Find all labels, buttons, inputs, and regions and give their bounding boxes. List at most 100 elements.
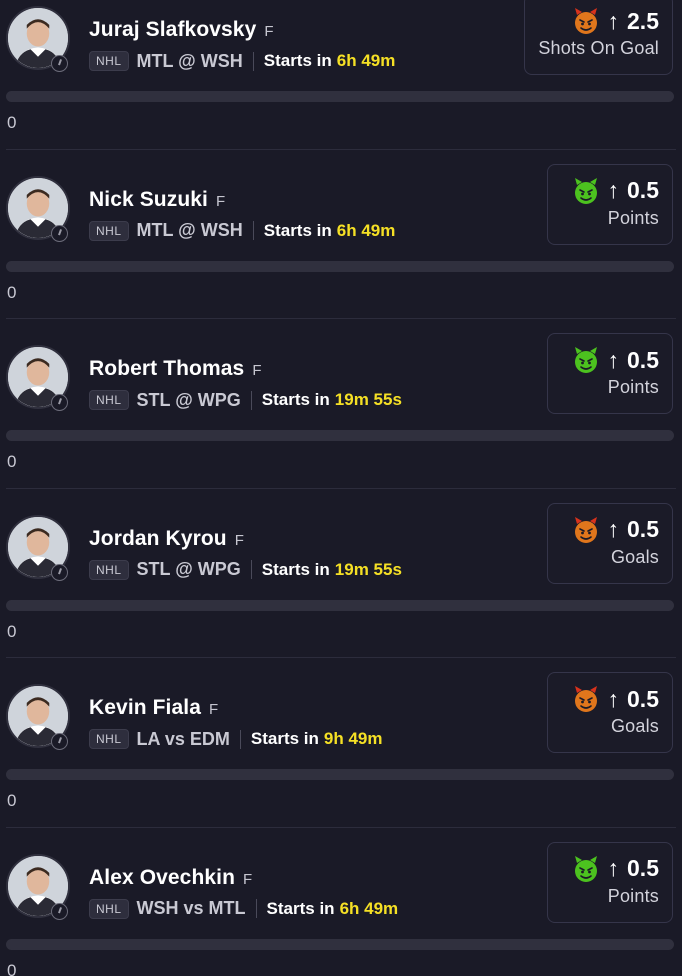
divider xyxy=(6,657,676,658)
line-value: 2.5 xyxy=(627,7,659,34)
devil-green-icon xyxy=(574,855,597,882)
player-name[interactable]: Robert Thomas xyxy=(89,357,244,381)
projection-pick[interactable]: ↑ 0.5 Points xyxy=(547,163,673,245)
meta-separator xyxy=(250,390,252,410)
start-time: Starts in 6h 49m xyxy=(264,51,396,71)
prop-card[interactable]: Kevin Fiala F NHL LA vs EDM Starts in 9h … xyxy=(0,657,682,826)
prop-card[interactable]: Jordan Kyrou F NHL STL @ WPG Starts in 19… xyxy=(0,487,682,657)
live-clock-icon xyxy=(51,733,68,750)
arrow-up-icon: ↑ xyxy=(607,7,620,34)
progress-value: 0 xyxy=(7,960,17,976)
progress-track xyxy=(6,91,674,102)
player-position: F xyxy=(208,701,219,718)
progress-track xyxy=(6,430,674,441)
countdown: 6h 49m xyxy=(336,51,396,70)
stat-type: Shots On Goal xyxy=(538,38,659,58)
progress-value: 0 xyxy=(7,791,17,810)
live-clock-icon xyxy=(51,224,68,242)
projection-pick[interactable]: ↑ 2.5 Shots On Goal xyxy=(524,0,673,75)
league-badge: NHL xyxy=(89,559,129,580)
progress-track xyxy=(6,599,674,611)
start-time: Starts in 6h 49m xyxy=(264,221,396,241)
devil-green-icon xyxy=(574,347,597,373)
meta-separator xyxy=(239,729,241,749)
progress-value: 0 xyxy=(7,452,17,471)
projection-pick[interactable]: ↑ 0.5 Goals xyxy=(547,502,673,584)
matchup: STL @ WPG xyxy=(136,559,241,579)
player-name[interactable]: Jordan Kyrou xyxy=(89,527,227,551)
player-name[interactable]: Alex Ovechkin xyxy=(89,866,235,890)
stat-type: Goals xyxy=(610,716,659,736)
matchup: MTL @ WSH xyxy=(136,50,243,71)
divider xyxy=(6,826,676,828)
line-value: 0.5 xyxy=(627,855,659,881)
progress-track xyxy=(6,769,674,780)
player-name[interactable]: Nick Suzuki xyxy=(89,188,208,212)
meta-separator xyxy=(250,560,252,579)
player-name[interactable]: Kevin Fiala xyxy=(89,696,201,720)
prop-card[interactable]: Robert Thomas F NHL STL @ WPG Starts in 1… xyxy=(0,318,682,487)
matchup: LA vs EDM xyxy=(136,728,230,749)
arrow-up-icon: ↑ xyxy=(607,855,620,881)
devil-red-icon xyxy=(574,516,597,543)
countdown: 6h 49m xyxy=(336,220,396,240)
meta-separator xyxy=(252,51,254,71)
devil-green-icon xyxy=(574,177,597,204)
divider xyxy=(6,148,676,150)
projection-pick[interactable]: ↑ 0.5 Goals xyxy=(547,672,673,753)
prop-card[interactable]: Nick Suzuki F NHL MTL @ WSH Starts in 6h … xyxy=(0,148,682,318)
matchup: STL @ WPG xyxy=(136,389,241,410)
matchup: MTL @ WSH xyxy=(136,220,243,240)
start-time: Starts in 19m 55s xyxy=(262,560,402,580)
progress-value: 0 xyxy=(7,282,17,302)
league-badge: NHL xyxy=(89,220,129,241)
countdown: 19m 55s xyxy=(334,390,402,409)
player-position: F xyxy=(243,870,253,888)
live-clock-icon xyxy=(51,563,68,581)
start-time: Starts in 9h 49m xyxy=(251,729,383,749)
line-value: 0.5 xyxy=(627,177,659,203)
arrow-up-icon: ↑ xyxy=(607,177,620,203)
devil-red-icon xyxy=(574,8,597,34)
matchup: WSH vs MTL xyxy=(136,898,246,918)
countdown: 9h 49m xyxy=(323,729,383,748)
prop-card[interactable]: Alex Ovechkin F NHL WSH vs MTL Starts in… xyxy=(0,826,682,976)
stat-type: Goals xyxy=(610,546,659,567)
live-clock-icon xyxy=(51,902,68,920)
player-position: F xyxy=(215,192,226,210)
player-position: F xyxy=(264,23,274,40)
line-value: 0.5 xyxy=(627,346,659,373)
player-name[interactable]: Juraj Slafkovsky xyxy=(89,18,256,42)
devil-red-icon xyxy=(574,686,597,712)
projection-pick[interactable]: ↑ 0.5 Points xyxy=(547,333,673,414)
countdown: 19m 55s xyxy=(334,559,402,579)
progress-value: 0 xyxy=(7,621,17,641)
arrow-up-icon: ↑ xyxy=(607,346,620,373)
line-value: 0.5 xyxy=(627,516,659,542)
starts-label: Starts in xyxy=(261,559,330,579)
start-time: Starts in 6h 49m xyxy=(267,899,399,919)
meta-separator xyxy=(252,221,254,240)
progress-track xyxy=(6,260,674,272)
starts-label: Starts in xyxy=(250,729,319,748)
divider xyxy=(6,487,676,489)
league-badge: NHL xyxy=(89,898,129,919)
player-props-list: Juraj Slafkovsky F NHL MTL @ WSH Starts … xyxy=(0,0,682,976)
prop-card[interactable]: Juraj Slafkovsky F NHL MTL @ WSH Starts … xyxy=(0,0,682,148)
arrow-up-icon: ↑ xyxy=(607,685,620,712)
live-clock-icon xyxy=(51,394,68,411)
start-time: Starts in 19m 55s xyxy=(262,390,402,410)
projection-pick[interactable]: ↑ 0.5 Points xyxy=(547,841,673,923)
starts-label: Starts in xyxy=(263,51,332,70)
meta-separator xyxy=(255,899,257,918)
starts-label: Starts in xyxy=(266,898,335,918)
stat-type: Points xyxy=(607,377,659,397)
progress-track xyxy=(6,938,674,950)
player-position: F xyxy=(252,362,262,379)
stat-type: Points xyxy=(607,885,659,906)
starts-label: Starts in xyxy=(261,390,330,409)
starts-label: Starts in xyxy=(263,220,332,240)
countdown: 6h 49m xyxy=(339,898,399,918)
progress-value: 0 xyxy=(7,113,17,132)
league-badge: NHL xyxy=(89,390,129,410)
